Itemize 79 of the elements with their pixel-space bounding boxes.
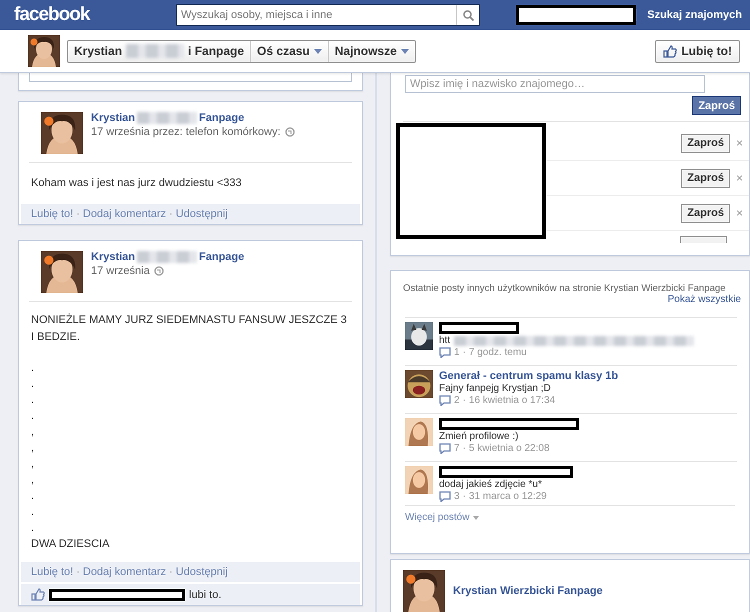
more-posts-link[interactable]: Więcej postów	[405, 505, 735, 553]
post-text: .	[30, 377, 36, 392]
post-text: .	[30, 393, 36, 408]
caret-icon	[314, 48, 322, 54]
post-time: 16 kwietnia o 17:34	[468, 395, 556, 406]
separator-dot: ·	[76, 566, 80, 578]
post-text: ,	[30, 425, 36, 440]
invite-button[interactable]: Zaproś	[681, 168, 730, 188]
post-text: Fajny fanpejg Krystjan ;D	[439, 383, 551, 394]
globe-icon	[284, 127, 295, 137]
post-text: ,	[30, 457, 36, 472]
page-breadcrumb[interactable]: Krystian i Fanpage	[68, 40, 250, 62]
avatar	[405, 466, 433, 494]
separator-dot: ·	[462, 347, 466, 358]
find-friends-link[interactable]: Szukaj znajomych	[636, 9, 750, 21]
comment-icon	[439, 347, 451, 358]
caret-icon	[473, 516, 480, 520]
post-text: .	[30, 521, 36, 536]
comment-icon	[439, 395, 451, 406]
blurred-text	[137, 112, 198, 124]
comment-icon	[439, 443, 451, 454]
post-author[interactable]: Krystian Wierzbicki Fanpage	[453, 570, 603, 612]
like-page-button[interactable]: Lubię to!	[655, 40, 740, 62]
avatar	[403, 570, 445, 612]
separator-dot: ·	[462, 395, 466, 406]
search-box[interactable]: Wyszukaj osoby, miejsca i inne	[176, 4, 480, 26]
search-icon	[462, 10, 474, 20]
show-all-link[interactable]: Pokaż wszystkie	[391, 294, 749, 305]
avatar	[405, 322, 433, 350]
invite-button[interactable]: Zaproś	[681, 134, 730, 152]
post-text: dodaj jakieś zdjęcie *u*	[439, 479, 542, 490]
avatar	[41, 251, 83, 293]
post-time: 5 kwietnia o 22:08	[468, 443, 550, 454]
post-text: .	[30, 361, 36, 376]
separator-dot: ·	[76, 208, 80, 220]
separator-dot: ·	[462, 443, 466, 454]
comment-count: 3	[454, 491, 460, 502]
caret-icon	[400, 48, 409, 54]
post-text: .	[30, 409, 36, 424]
logo[interactable]: facebook	[14, 4, 164, 26]
post-time: 31 marca o 12:29	[468, 491, 547, 502]
globe-icon	[154, 266, 164, 276]
post-text: .	[30, 489, 36, 504]
post-text: DWA DZIESCIA	[30, 537, 110, 552]
invite-button[interactable]	[680, 236, 727, 243]
invite-button[interactable]: Zaproś	[681, 204, 730, 222]
post-text: ,	[30, 473, 36, 488]
thumbs-up-icon	[31, 588, 45, 601]
comment-count: 1	[454, 347, 460, 358]
post-text: NONIEŻLE MAMY JURZ SIEDEMNASTU FANSUW JESZCZE 3 I BEDZIE.	[30, 312, 348, 345]
post-text: .	[30, 505, 36, 520]
separator-dot: ·	[169, 208, 173, 220]
friend-name-field[interactable]: Wpisz imię i nazwisko znajomego…	[405, 75, 705, 93]
invite-button[interactable]: Zaproś	[692, 96, 741, 115]
blurred-text	[137, 251, 198, 263]
comment-count: 2	[454, 395, 460, 406]
avatar	[41, 112, 83, 154]
comment-count: 7	[454, 443, 460, 454]
likes-text: lubi to.	[189, 588, 222, 600]
post-meta: 17 września przez: telefon komórkowy:	[91, 126, 281, 138]
post-text: Koham was i jest nas jurz dwudziestu <333	[30, 176, 243, 191]
post-text: ,	[30, 441, 36, 456]
breadcrumb-menu[interactable]: Najnowsze	[328, 40, 415, 62]
breadcrumb-menu[interactable]: Oś czasu	[250, 40, 328, 62]
avatar	[405, 418, 433, 446]
post-author[interactable]: Generał - centrum spamu klasy 1b	[439, 370, 618, 382]
recent-posts-title: Ostatnie posty innych użytkowników na stronie Krystian Wierzbicki Fanpage	[402, 282, 727, 294]
separator-dot: ·	[462, 491, 466, 502]
post-author[interactable]: Krystian Fanpage	[91, 112, 295, 124]
avatar	[405, 370, 433, 398]
comment-icon	[439, 491, 451, 502]
post-time: 7 godz. temu	[468, 347, 527, 358]
post-author[interactable]: Krystian Fanpage	[91, 251, 244, 263]
post-text: htt	[439, 335, 450, 346]
post-text: Zmień profilowe :)	[439, 431, 518, 442]
thumbs-up-icon	[663, 44, 678, 58]
avatar	[28, 35, 60, 67]
separator-dot: ·	[169, 566, 173, 578]
post-meta: 17 września	[91, 265, 150, 277]
